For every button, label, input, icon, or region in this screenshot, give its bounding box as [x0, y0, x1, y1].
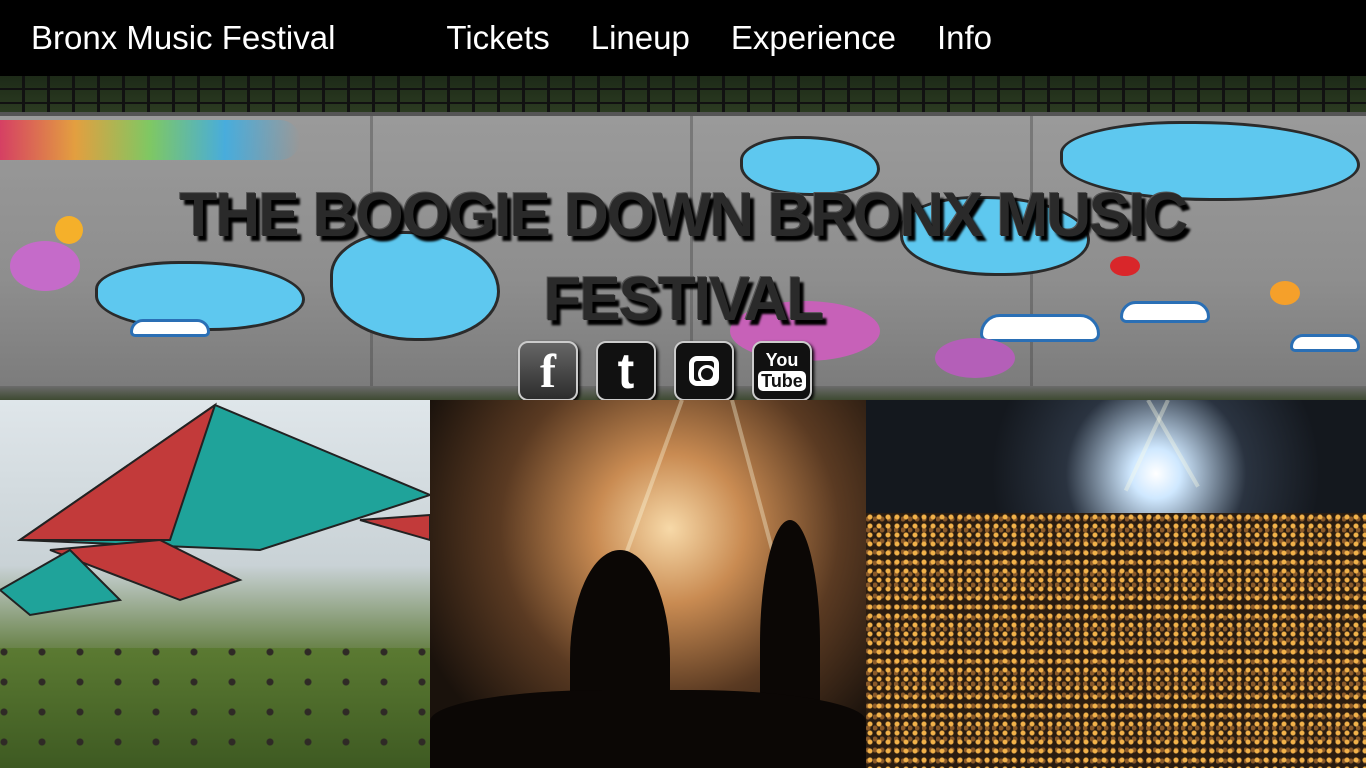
nav-link-lineup[interactable]: Lineup: [591, 19, 690, 57]
hero-title: THE BOOGIE DOWN BRONX MUSIC FESTIVAL: [179, 181, 1189, 334]
camera-lens-icon: [689, 356, 719, 386]
concert-hands-photo: [430, 400, 866, 768]
nav-link-tickets[interactable]: Tickets: [446, 19, 549, 57]
facebook-icon[interactable]: f: [518, 341, 578, 400]
rainbow-graffiti-stripe: [0, 120, 300, 160]
fence-background: [0, 76, 1366, 116]
nav-link-experience[interactable]: Experience: [731, 19, 896, 57]
night-crowd-photo: [866, 400, 1366, 768]
lawn-crowd: [0, 648, 430, 768]
photo-gallery: [0, 400, 1366, 768]
stage-light-beam: [1146, 400, 1200, 488]
social-links: f t You Tube: [518, 341, 812, 400]
brand-link[interactable]: Bronx Music Festival: [31, 19, 335, 57]
graffiti-flower: [935, 338, 1015, 378]
facebook-glyph: f: [540, 344, 556, 398]
shade-canopy-shapes: [0, 402, 430, 617]
hero-banner: THE BOOGIE DOWN BRONX MUSIC FESTIVAL f t…: [0, 76, 1366, 400]
stage-light-beam: [1123, 400, 1170, 492]
youtube-icon[interactable]: You Tube: [752, 341, 812, 400]
crowd-silhouette: [430, 690, 866, 768]
nav-link-info[interactable]: Info: [937, 19, 992, 57]
twitter-icon[interactable]: t: [596, 341, 656, 400]
youtube-glyph-bottom: Tube: [758, 371, 806, 391]
festival-canopy-photo: [0, 400, 430, 768]
top-nav: Bronx Music Festival Tickets Lineup Expe…: [0, 0, 1366, 76]
twitter-glyph: t: [617, 343, 635, 399]
youtube-glyph-top: You: [765, 350, 799, 370]
nav-links: Tickets Lineup Experience Info: [446, 19, 1033, 57]
instagram-icon[interactable]: [674, 341, 734, 400]
night-crowd: [866, 513, 1366, 768]
